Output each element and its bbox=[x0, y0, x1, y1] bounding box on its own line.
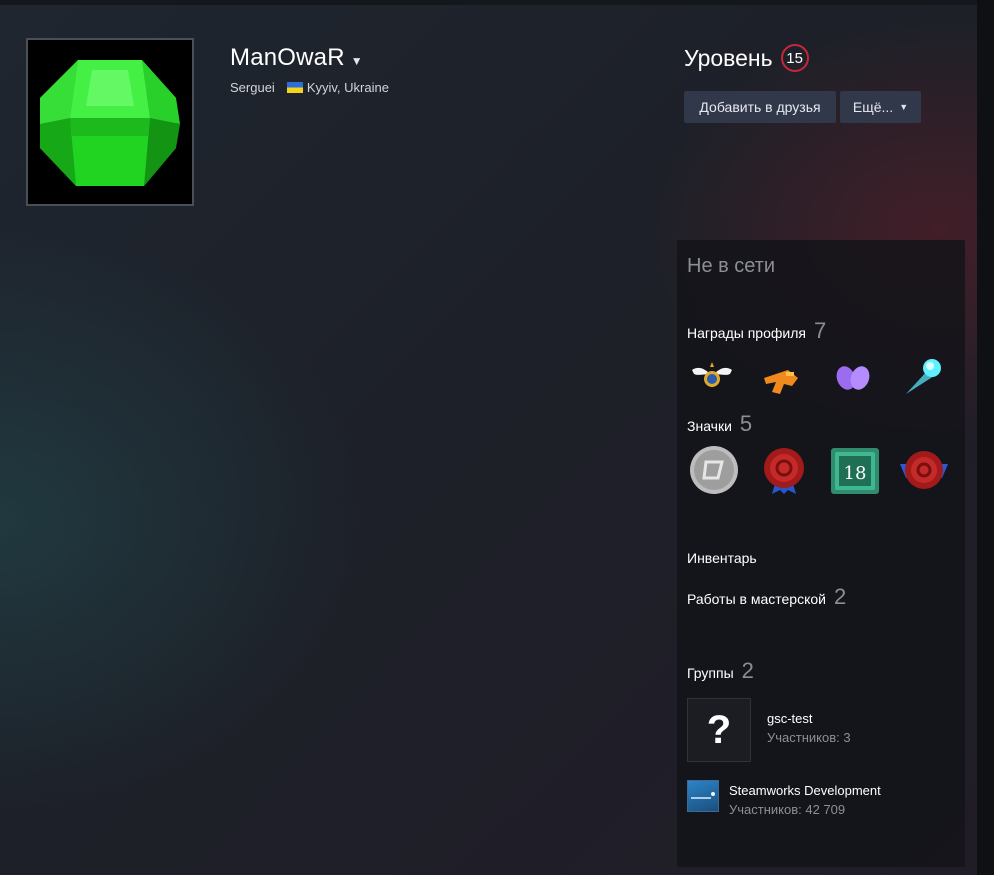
badges-section-title[interactable]: Значки 5 bbox=[687, 411, 752, 437]
steamworks-logo-icon bbox=[691, 792, 715, 799]
blue-red-seal-badge-icon[interactable] bbox=[898, 444, 950, 496]
groups-section-title[interactable]: Группы 2 bbox=[687, 658, 754, 684]
cyan-comet-icon[interactable] bbox=[898, 352, 946, 400]
group-avatar-steamworks[interactable] bbox=[687, 780, 719, 812]
group-name-gsc-test[interactable]: gsc-test bbox=[767, 711, 813, 726]
awards-section-title[interactable]: Награды профиля 7 bbox=[687, 318, 826, 344]
page-right-edge bbox=[977, 0, 994, 875]
real-name: Serguei bbox=[230, 80, 275, 95]
location: Kyyiv, Ukraine bbox=[306, 80, 389, 95]
level-badge[interactable]: 15 bbox=[780, 44, 809, 72]
badges-count: 5 bbox=[739, 411, 753, 436]
workshop-title: Работы в мастерской bbox=[687, 591, 826, 607]
svg-text:18: 18 bbox=[844, 463, 867, 484]
workshop-section-title[interactable]: Работы в мастерской 2 bbox=[687, 584, 846, 610]
purple-wings-icon[interactable] bbox=[829, 354, 877, 402]
groups-title: Группы bbox=[687, 665, 734, 681]
group-name-steamworks[interactable]: Steamworks Development bbox=[729, 783, 881, 798]
top-strip bbox=[0, 0, 994, 5]
badges-title: Значки bbox=[687, 418, 732, 434]
online-status: Не в сети bbox=[687, 255, 776, 277]
silver-coin-badge-icon[interactable] bbox=[688, 444, 740, 496]
awards-title: Награды профиля bbox=[687, 325, 806, 341]
more-actions-button[interactable]: Ещё... ▼ bbox=[840, 91, 921, 123]
workshop-count: 2 bbox=[833, 584, 847, 609]
profile-page: ManOwaR ▼ Serguei Kyyiv, Ukraine Уровень… bbox=[0, 0, 994, 875]
chevron-down-icon[interactable]: ▼ bbox=[351, 54, 363, 68]
years-of-service-badge-icon[interactable]: 18 bbox=[829, 446, 881, 498]
level-label: Уровень bbox=[684, 44, 773, 71]
awards-count: 7 bbox=[813, 318, 827, 343]
group-avatar-gsc-test[interactable]: ? bbox=[687, 698, 751, 762]
profile-avatar[interactable] bbox=[26, 38, 194, 206]
chevron-down-icon: ▼ bbox=[899, 102, 909, 112]
green-gem-icon bbox=[28, 40, 192, 204]
inventory-section-title[interactable]: Инвентарь bbox=[687, 550, 757, 566]
groups-count: 2 bbox=[741, 658, 754, 683]
persona-name[interactable]: ManOwaR ▼ bbox=[230, 44, 363, 72]
group-members-gsc-test: Участников: 3 bbox=[767, 730, 851, 745]
persona-details: Serguei Kyyiv, Ukraine bbox=[230, 80, 389, 95]
group-members-steamworks: Участников: 42 709 bbox=[729, 802, 846, 817]
winged-badge-icon[interactable] bbox=[688, 352, 736, 400]
ukraine-flag-icon bbox=[286, 82, 303, 93]
orange-blaster-icon[interactable] bbox=[758, 356, 806, 404]
inventory-title: Инвентарь bbox=[687, 550, 757, 566]
add-friend-button[interactable]: Добавить в друзья bbox=[684, 91, 836, 123]
profile-level: Уровень 15 bbox=[684, 44, 809, 72]
persona-name-text: ManOwaR bbox=[230, 44, 345, 71]
more-actions-label: Ещё... bbox=[852, 99, 894, 115]
red-seal-badge-icon[interactable] bbox=[758, 444, 810, 496]
